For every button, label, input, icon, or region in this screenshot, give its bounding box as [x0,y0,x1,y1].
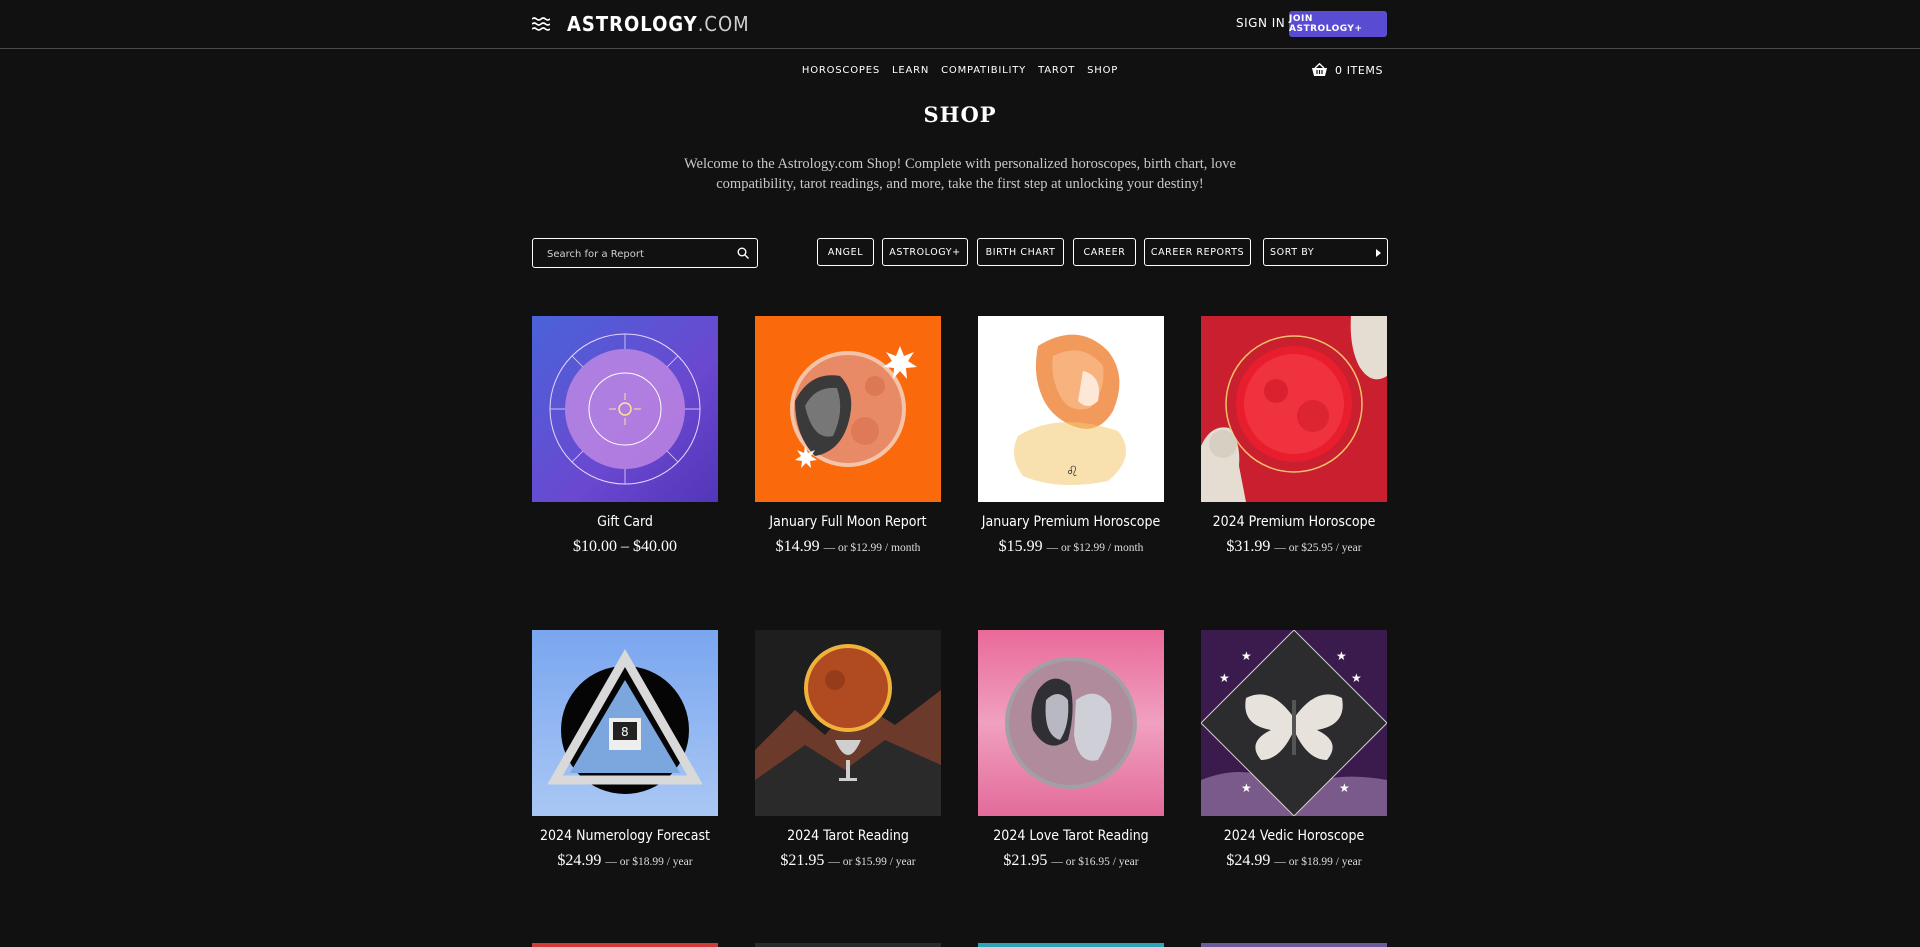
caret-right-icon [1376,249,1381,257]
product-name[interactable]: Gift Card [532,514,718,530]
search-input[interactable] [545,239,729,269]
vedic-horoscope-image[interactable]: ★ ★ ★ ★ ★ ★ [1201,630,1387,816]
price-subscription: — or $18.99 / year [1274,856,1362,868]
filter-birth-chart[interactable]: BIRTH CHART [977,238,1064,266]
page-title: SHOP [923,102,997,127]
product-price: $21.95 — or $15.99 / year [755,852,941,870]
svg-text:★: ★ [1219,671,1230,685]
svg-text:♌: ♌ [1066,464,1079,480]
cart-count: 0 ITEMS [1335,63,1384,77]
product-price: $31.99 — or $25.95 / year [1201,538,1387,556]
product-name[interactable]: January Full Moon Report [755,514,941,530]
nav-horoscopes[interactable]: HOROSCOPES [802,65,880,76]
svg-text:★: ★ [1336,649,1347,663]
search-box [532,238,758,269]
love-tarot-reading-image[interactable] [978,630,1164,816]
svg-text:★: ★ [1241,781,1252,795]
product-card[interactable]: 2024 Love Tarot Reading $21.95 — or $16.… [978,630,1164,870]
butterfly-diamond-icon: ★ ★ ★ ★ ★ ★ [1201,630,1387,816]
product-card-partial[interactable] [755,943,941,947]
search-icon[interactable] [737,247,749,259]
price-value: $15.99 [998,538,1043,555]
product-price: $21.95 — or $16.95 / year [978,852,1164,870]
premium-horoscope-image[interactable]: ♌ [978,316,1164,502]
page-intro: Welcome to the Astrology.com Shop! Compl… [684,156,1236,192]
product-card[interactable]: 8 2024 Numerology Forecast $24.99 — or $… [532,630,718,870]
full-moon-report-image[interactable] [755,316,941,502]
filter-astrology-plus[interactable]: ASTROLOGY+ [882,238,968,266]
price-subscription: — or $12.99 / month [823,542,921,554]
kissing-statues-icon [1005,657,1137,789]
menu-icon[interactable] [532,17,550,31]
product-card[interactable]: ♌ January Premium Horoscope $15.99 — or … [978,316,1164,556]
product-name[interactable]: 2024 Premium Horoscope [1201,514,1387,530]
product-card[interactable]: Gift Card $10.00 – $40.00 [532,316,718,556]
product-name[interactable]: 2024 Tarot Reading [755,828,941,844]
product-name[interactable]: 2024 Numerology Forecast [532,828,718,844]
numerology-forecast-image[interactable]: 8 [532,630,718,816]
product-card-partial[interactable] [978,943,1164,947]
price-subscription: — or $12.99 / month [1046,542,1144,554]
product-price: $24.99 — or $18.99 / year [1201,852,1387,870]
numerology-triangle-icon: 8 [547,648,703,794]
sort-by-label: SORT BY [1270,246,1315,258]
svg-text:★: ★ [1339,781,1350,795]
product-card[interactable]: 2024 Tarot Reading $21.95 — or $15.99 / … [755,630,941,870]
main-nav: HOROSCOPES LEARN COMPATIBILITY TAROT SHO… [0,65,1920,76]
price-subscription: — or $25.95 / year [1274,542,1362,554]
svg-text:★: ★ [1351,671,1362,685]
cart-link[interactable]: 0 ITEMS [1311,63,1383,77]
gift-card-image[interactable] [532,316,718,502]
sort-by-dropdown[interactable]: SORT BY [1263,238,1388,266]
moon-chalice-icon [755,644,941,816]
brand-main: ASTROLOGY [567,12,698,36]
price-value: $10.00 – $40.00 [573,538,677,555]
join-astrology-plus-button[interactable]: JOIN ASTROLOGY+ [1289,11,1387,37]
filter-angel[interactable]: ANGEL [817,238,874,266]
price-subscription: — or $16.95 / year [1051,856,1139,868]
filter-career[interactable]: CAREER [1073,238,1136,266]
sign-in-link[interactable]: SIGN IN [1236,16,1285,30]
price-subscription: — or $15.99 / year [828,856,916,868]
price-value: $24.99 [557,852,602,869]
tarot-reading-image[interactable] [755,630,941,816]
product-price: $10.00 – $40.00 [532,538,718,556]
price-value: $21.95 [1003,852,1048,869]
price-subscription: — or $18.99 / year [605,856,693,868]
nav-compatibility[interactable]: COMPATIBILITY [941,65,1026,76]
moon-lion-icon [790,346,917,468]
red-moon-statue-icon [1201,316,1387,502]
product-card-partial[interactable] [1201,943,1387,947]
product-name[interactable]: 2024 Vedic Horoscope [1201,828,1387,844]
basket-icon [1312,63,1327,76]
product-price: $15.99 — or $12.99 / month [978,538,1164,556]
nav-learn[interactable]: LEARN [892,65,929,76]
price-value: $21.95 [780,852,825,869]
nav-shop[interactable]: SHOP [1087,65,1118,76]
price-value: $14.99 [775,538,820,555]
filter-career-reports[interactable]: CAREER REPORTS [1144,238,1251,266]
leo-portrait-icon: ♌ [1014,334,1126,485]
price-value: $24.99 [1226,852,1271,869]
product-name[interactable]: January Premium Horoscope [978,514,1164,530]
product-card-partial[interactable] [532,943,718,947]
zodiac-wheel-icon [549,333,701,485]
product-name[interactable]: 2024 Love Tarot Reading [978,828,1164,844]
top-bar: ASTROLOGY.COM SIGN IN JOIN ASTROLOGY+ [0,0,1920,49]
svg-text:8: 8 [621,725,629,739]
2024-premium-horoscope-image[interactable] [1201,316,1387,502]
product-card[interactable]: 2024 Premium Horoscope $31.99 — or $25.9… [1201,316,1387,556]
svg-text:★: ★ [1241,649,1252,663]
nav-tarot[interactable]: TAROT [1038,65,1075,76]
product-card[interactable]: ★ ★ ★ ★ ★ ★ 2024 Vedic Horoscope $24.99 … [1201,630,1387,870]
product-price: $24.99 — or $18.99 / year [532,852,718,870]
brand-suffix: .COM [697,12,750,36]
price-value: $31.99 [1226,538,1271,555]
site-logo[interactable]: ASTROLOGY.COM [567,12,750,36]
product-price: $14.99 — or $12.99 / month [755,538,941,556]
product-card[interactable]: January Full Moon Report $14.99 — or $12… [755,316,941,556]
